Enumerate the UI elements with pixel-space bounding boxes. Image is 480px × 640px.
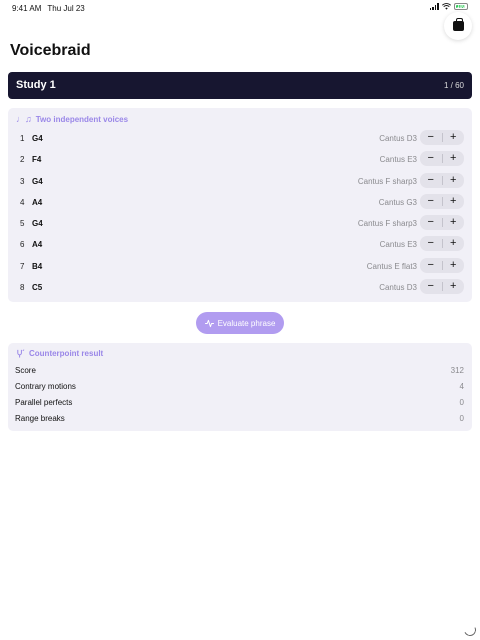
row-number: 4 — [20, 198, 25, 207]
tuning-fork-icon — [17, 349, 25, 358]
note-stepper: − + — [420, 215, 464, 230]
voices-header: ♩♫ Two independent voices — [16, 114, 128, 124]
decrement-button[interactable]: − — [420, 130, 442, 145]
row-note: A4 — [32, 240, 43, 249]
row-number: 3 — [20, 177, 25, 186]
row-number: 7 — [20, 262, 25, 271]
app-title: Voicebraid — [10, 42, 91, 59]
row-cantus: Cantus D3 — [379, 283, 417, 292]
row-note: C5 — [32, 283, 43, 292]
voice-row: 3 G4 Cantus F sharp3 − + — [8, 171, 472, 192]
bag-icon — [452, 18, 464, 31]
decrement-button[interactable]: − — [420, 236, 442, 251]
music-notes-icon: ♩♫ — [16, 114, 32, 124]
battery-percent: 100 — [456, 3, 466, 10]
row-number: 1 — [20, 134, 25, 143]
study-title: Study 1 — [16, 79, 56, 91]
result-header: Counterpoint result — [16, 349, 103, 358]
study-header: Study 1 1 / 60 — [8, 72, 472, 99]
decrement-button[interactable]: − — [420, 151, 442, 166]
row-cantus: Cantus E flat3 — [366, 262, 417, 271]
voice-row: 7 B4 Cantus E flat3 − + — [8, 256, 472, 277]
row-note: G4 — [32, 134, 43, 143]
voice-row: 4 A4 Cantus G3 − + — [8, 192, 472, 213]
result-header-label: Counterpoint result — [29, 349, 104, 358]
note-stepper: − + — [420, 173, 464, 188]
evaluate-phrase-button[interactable]: Evaluate phrase — [196, 312, 284, 334]
note-stepper: − + — [420, 279, 464, 294]
bag-button[interactable] — [444, 12, 472, 40]
note-stepper: − + — [420, 130, 464, 145]
result-row-contrary-motions: Contrary motions 4 — [8, 379, 472, 395]
row-note: G4 — [32, 177, 43, 186]
voice-row: 8 C5 Cantus D3 − + — [8, 277, 472, 298]
voice-row: 1 G4 Cantus D3 − + — [8, 128, 472, 149]
note-stepper: − + — [420, 194, 464, 209]
row-note: B4 — [32, 262, 43, 271]
voice-row: 6 A4 Cantus E3 − + — [8, 234, 472, 255]
status-date: Thu Jul 23 — [47, 4, 85, 13]
increment-button[interactable]: + — [443, 279, 465, 294]
result-label: Parallel perfects — [15, 398, 73, 407]
result-row-parallel-perfects: Parallel perfects 0 — [8, 395, 472, 411]
row-cantus: Cantus D3 — [379, 134, 417, 143]
row-number: 5 — [20, 219, 25, 228]
note-stepper: − + — [420, 236, 464, 251]
row-cantus: Cantus E3 — [379, 240, 417, 249]
row-cantus: Cantus G3 — [378, 198, 417, 207]
increment-button[interactable]: + — [443, 173, 465, 188]
result-value: 0 — [459, 414, 464, 423]
battery-icon: 100 — [454, 3, 468, 10]
row-cantus: Cantus E3 — [379, 155, 417, 164]
voices-card: ♩♫ Two independent voices 1 G4 Cantus D3… — [8, 108, 472, 302]
increment-button[interactable]: + — [443, 130, 465, 145]
decrement-button[interactable]: − — [420, 194, 442, 209]
study-progress: 1 / 60 — [443, 81, 464, 90]
row-number: 2 — [20, 155, 25, 164]
waveform-icon — [204, 319, 214, 327]
note-stepper: − + — [420, 258, 464, 273]
result-label: Range breaks — [15, 414, 65, 423]
decrement-button[interactable]: − — [420, 215, 442, 230]
voices-header-label: Two independent voices — [35, 114, 129, 124]
voice-row: 2 F4 Cantus E3 − + — [8, 149, 472, 170]
evaluate-phrase-label: Evaluate phrase — [217, 318, 276, 328]
increment-button[interactable]: + — [443, 194, 465, 209]
row-number: 8 — [20, 283, 25, 292]
row-note: A4 — [32, 198, 43, 207]
decrement-button[interactable]: − — [420, 279, 442, 294]
result-card: Counterpoint result Score 312 Contrary m… — [8, 343, 472, 431]
result-value: 0 — [459, 398, 464, 407]
result-row-score: Score 312 — [8, 363, 472, 379]
row-note: F4 — [32, 155, 42, 164]
cellular-signal-icon — [429, 3, 439, 10]
row-note: G4 — [32, 219, 43, 228]
note-stepper: − + — [420, 151, 464, 166]
result-row-range-breaks: Range breaks 0 — [8, 411, 472, 427]
row-cantus: Cantus F sharp3 — [357, 219, 417, 228]
decrement-button[interactable]: − — [420, 173, 442, 188]
result-label: Score — [15, 366, 36, 375]
voice-row: 5 G4 Cantus F sharp3 − + — [8, 213, 472, 234]
increment-button[interactable]: + — [443, 151, 465, 166]
increment-button[interactable]: + — [443, 215, 465, 230]
row-cantus: Cantus F sharp3 — [357, 177, 417, 186]
status-time: 9:41 AM — [12, 4, 42, 13]
increment-button[interactable]: + — [443, 236, 465, 251]
result-value: 312 — [450, 366, 464, 375]
row-number: 6 — [20, 240, 25, 249]
loading-indicator-icon — [462, 622, 478, 638]
increment-button[interactable]: + — [443, 258, 465, 273]
result-label: Contrary motions — [15, 382, 76, 391]
result-value: 4 — [459, 382, 464, 391]
decrement-button[interactable]: − — [420, 258, 442, 273]
wifi-icon — [442, 3, 451, 10]
status-bar: 9:41 AM Thu Jul 23 100 — [0, 0, 480, 16]
